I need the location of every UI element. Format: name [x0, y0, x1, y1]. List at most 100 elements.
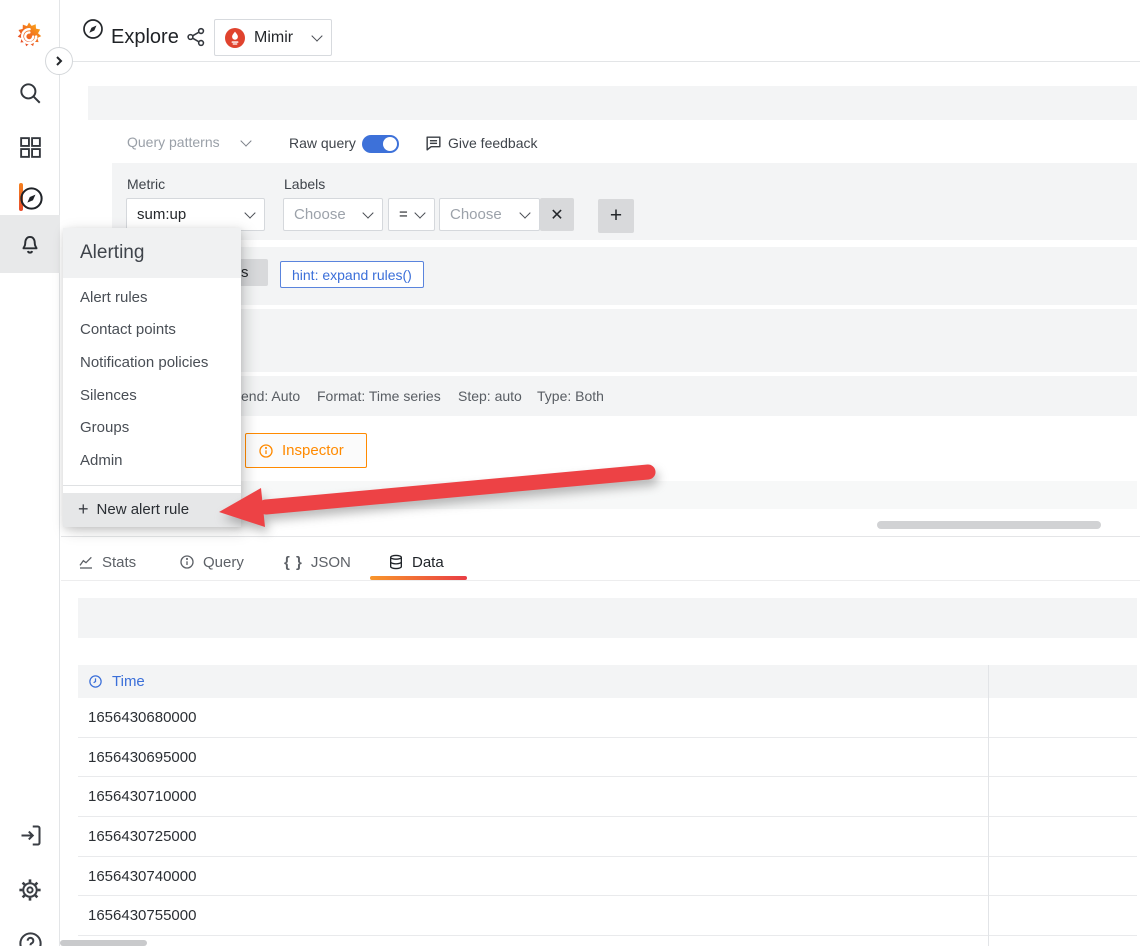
plus-icon: +	[610, 204, 622, 228]
chevron-down-icon	[414, 207, 425, 218]
tab-json[interactable]: { } JSON	[284, 548, 351, 576]
table-row: 1656430755000	[78, 896, 1137, 936]
chevron-down-icon	[311, 30, 322, 41]
stats-chart-icon	[78, 554, 94, 570]
menu-item-notification-policies[interactable]: Notification policies	[63, 346, 241, 379]
table-scrollbar-thumb[interactable]	[60, 940, 147, 946]
table-header-row: Time	[78, 665, 1137, 698]
share-icon[interactable]	[185, 26, 207, 48]
search-icon[interactable]	[16, 79, 44, 107]
chevron-down-icon	[362, 207, 373, 218]
toggle-knob	[383, 137, 397, 151]
table-row: 1656430695000	[78, 738, 1137, 778]
inspector-button[interactable]: Inspector	[245, 433, 367, 468]
tab-query[interactable]: Query	[179, 548, 244, 576]
explore-icon[interactable]	[17, 184, 45, 212]
horizontal-scrollbar-thumb[interactable]	[877, 521, 1101, 529]
table-column-divider	[988, 665, 989, 946]
options-summary-step: Step: auto	[458, 388, 522, 404]
raw-query-label: Raw query	[289, 135, 356, 151]
chevron-down-icon	[240, 135, 251, 146]
menu-item-groups[interactable]: Groups	[63, 411, 241, 444]
datasource-picker[interactable]: Mimir	[214, 19, 332, 56]
raw-query-toggle[interactable]	[362, 135, 399, 153]
tab-data[interactable]: Data	[388, 548, 444, 576]
explore-header-icon	[81, 17, 105, 41]
time-column-header[interactable]: Time	[88, 673, 145, 690]
tab-data-label: Data	[412, 554, 444, 571]
plus-icon: +	[78, 499, 89, 520]
mimir-datasource-icon	[225, 28, 245, 48]
datasource-label: Mimir	[254, 29, 304, 47]
grafana-logo-icon	[13, 20, 45, 52]
operator-value: =	[399, 206, 408, 223]
active-tab-underline	[370, 576, 467, 580]
hint-expand-rules-button[interactable]: hint: expand rules()	[280, 261, 424, 288]
braces-icon: { }	[284, 554, 303, 571]
expand-sidebar-button[interactable]	[45, 47, 73, 75]
empty-band	[88, 309, 1137, 372]
sign-in-icon[interactable]	[16, 821, 44, 849]
label-value-select[interactable]: Choose	[439, 198, 540, 231]
table-row: 1656430710000	[78, 777, 1137, 817]
query-patterns-dropdown[interactable]: Query patterns	[127, 134, 250, 150]
database-icon	[388, 554, 404, 570]
menu-item-new-alert-rule[interactable]: + New alert rule	[63, 493, 241, 527]
menu-item-admin[interactable]: Admin	[63, 444, 241, 477]
help-icon[interactable]	[16, 929, 44, 946]
info-circle-icon	[258, 443, 274, 459]
dashboards-icon[interactable]	[16, 133, 44, 161]
settings-gear-icon[interactable]	[16, 876, 44, 904]
new-alert-rule-label: New alert rule	[97, 501, 190, 518]
menu-item-contact-points[interactable]: Contact points	[63, 314, 241, 347]
clock-icon	[88, 674, 103, 689]
x-icon: ✕	[550, 205, 563, 225]
metric-select-value: sum:up	[137, 206, 186, 223]
query-patterns-label: Query patterns	[127, 134, 220, 150]
feedback-comment-icon	[424, 134, 443, 153]
tab-stats[interactable]: Stats	[78, 548, 136, 576]
chevron-down-icon	[244, 207, 255, 218]
tab-json-label: JSON	[311, 554, 351, 571]
label-name-placeholder: Choose	[294, 206, 346, 223]
table-row: 1656430725000	[78, 817, 1137, 857]
query-row-header[interactable]: A (Mimir)	[88, 86, 1137, 120]
label-name-select[interactable]: Choose	[283, 198, 383, 231]
alerting-menu-header: Alerting	[63, 228, 241, 278]
menu-item-silences[interactable]: Silences	[63, 379, 241, 412]
lower-band	[88, 481, 1137, 509]
tab-query-label: Query	[203, 554, 244, 571]
table-row: 1656430740000	[78, 857, 1137, 897]
alerting-menu: Alerting Alert rules Contact points Noti…	[63, 228, 241, 527]
alerting-menu-title: Alerting	[80, 242, 144, 264]
labels-label: Labels	[284, 176, 325, 192]
info-circle-icon	[179, 554, 195, 570]
metric-select[interactable]: sum:up	[126, 198, 265, 231]
page-title: Explore	[111, 26, 179, 49]
give-feedback-link[interactable]: Give feedback	[448, 135, 538, 151]
grafana-explore-screen: Explore Mimir A (Mimir)	[0, 0, 1140, 946]
metric-label: Metric	[127, 176, 165, 192]
alerting-bell-icon[interactable]	[16, 230, 44, 258]
options-summary-legend: end: Auto	[241, 388, 300, 404]
menu-divider	[63, 485, 241, 486]
page-header: Explore Mimir	[61, 0, 1140, 62]
sidebar	[0, 0, 60, 946]
table-row: 1656430680000	[78, 698, 1137, 738]
time-column-label: Time	[112, 673, 145, 690]
data-table: Time 1656430680000 1656430695000 1656430…	[78, 665, 1137, 946]
chevron-right-icon	[53, 55, 65, 67]
operator-select[interactable]: =	[388, 198, 435, 231]
data-options-band[interactable]: Data options {__name__="sum:up"}	[78, 598, 1137, 638]
add-label-button[interactable]: +	[598, 199, 634, 233]
remove-label-button[interactable]: ✕	[540, 198, 574, 231]
tab-stats-label: Stats	[102, 554, 136, 571]
options-button-label: s	[241, 264, 249, 281]
menu-item-alert-rules[interactable]: Alert rules	[63, 281, 241, 314]
chevron-down-icon	[519, 207, 530, 218]
inspector-button-label: Inspector	[282, 442, 344, 459]
options-summary-type: Type: Both	[537, 388, 604, 404]
hint-label: hint: expand rules()	[292, 267, 412, 283]
options-summary-format: Format: Time series	[317, 388, 441, 404]
label-value-placeholder: Choose	[450, 206, 502, 223]
